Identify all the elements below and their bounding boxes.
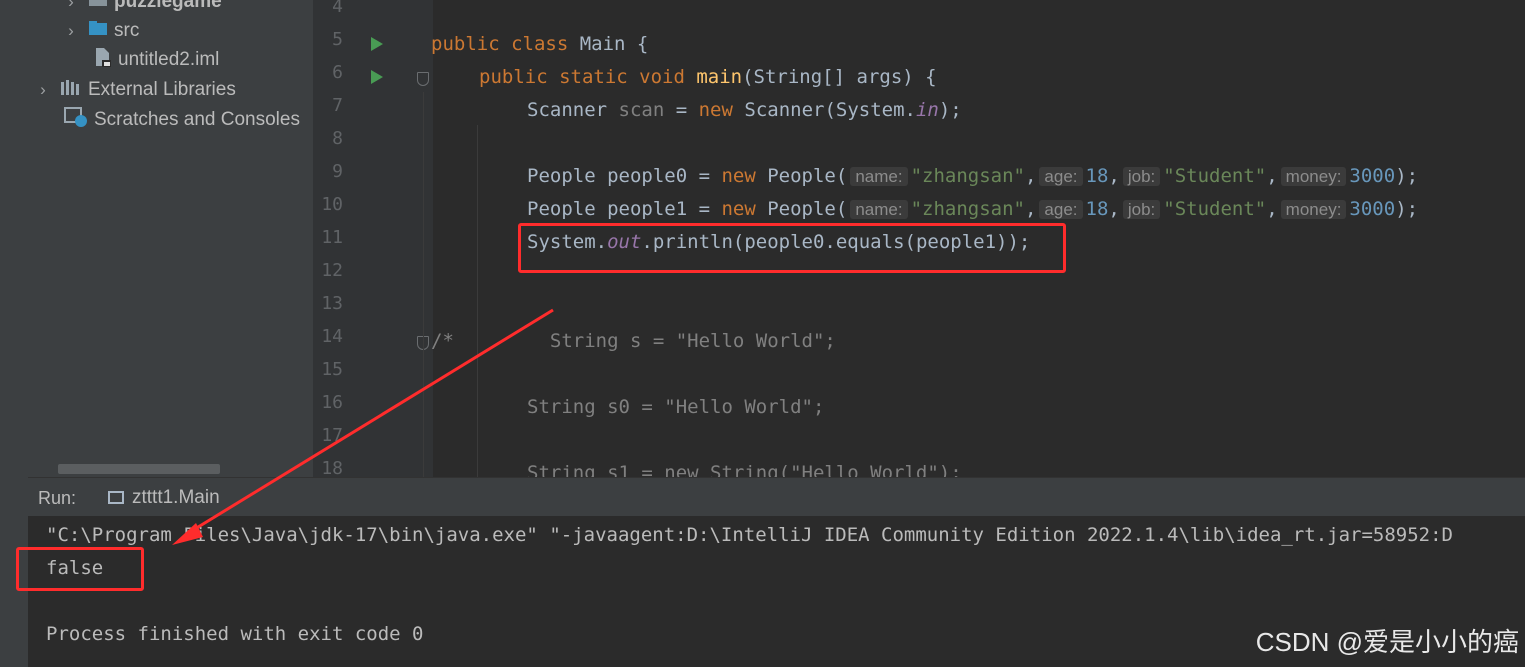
watermark: CSDN @爱是小小的癌 <box>1255 627 1519 657</box>
annotation-arrow-icon <box>172 308 554 545</box>
